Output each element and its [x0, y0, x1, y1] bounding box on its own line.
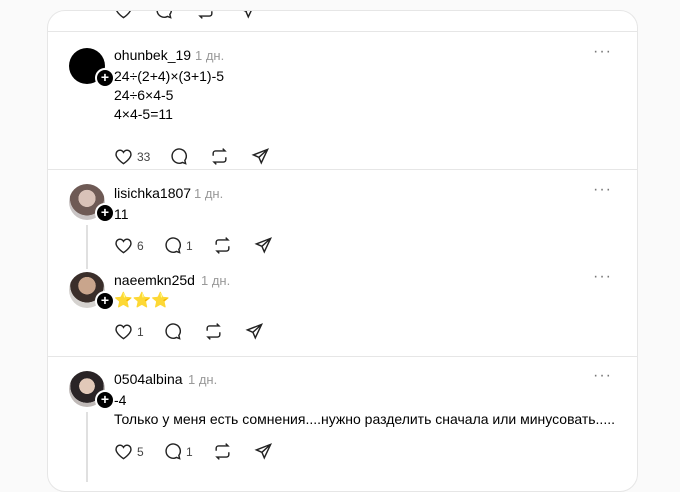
plus-icon[interactable]: + [95, 390, 115, 410]
username[interactable]: naeemkn25d [114, 272, 195, 288]
send-icon [251, 148, 270, 165]
post-text: 24÷(2+4)×(3+1)-5 24÷6×4-5 4×4-5=11 [114, 68, 225, 122]
repost-button[interactable] [204, 322, 223, 341]
like-count: 1 [137, 324, 144, 339]
more-dots-icon[interactable]: ··· [593, 43, 612, 61]
send-icon [254, 237, 273, 254]
divider [48, 169, 637, 170]
share-button[interactable] [254, 442, 273, 461]
username[interactable]: ohunbek_19 [114, 47, 191, 63]
share-button[interactable] [254, 236, 273, 255]
like-button[interactable]: 5 [114, 442, 144, 461]
timestamp[interactable]: 1 дн. [201, 273, 230, 288]
thread-card: + ohunbek_19 1 дн. ··· 24÷(2+4)×(3+1)-5 … [47, 10, 638, 492]
plus-icon[interactable]: + [95, 291, 115, 311]
thread-line [86, 412, 88, 482]
more-dots-icon[interactable]: ··· [593, 367, 612, 385]
comment-icon[interactable] [154, 10, 173, 20]
like-button[interactable]: 6 [114, 236, 144, 255]
like-count: 5 [137, 444, 144, 459]
heart-icon [115, 324, 132, 340]
repost-button[interactable] [213, 442, 232, 461]
thread-line [86, 225, 88, 269]
like-count: 6 [137, 238, 144, 253]
timestamp[interactable]: 1 дн. [194, 186, 223, 201]
heart-icon[interactable] [114, 10, 133, 20]
share-button[interactable] [245, 322, 264, 341]
reply-count: 1 [186, 238, 193, 253]
send-icon [245, 323, 264, 340]
plus-icon[interactable]: + [95, 68, 115, 88]
repost-icon [215, 443, 230, 460]
reply-button[interactable]: 1 [163, 442, 193, 461]
plus-icon[interactable]: + [95, 203, 115, 223]
like-button[interactable]: 1 [114, 322, 144, 341]
timestamp[interactable]: 1 дн. [188, 372, 217, 387]
heart-icon [115, 444, 132, 460]
like-button[interactable]: 33 [114, 147, 150, 166]
post-text: -4 Только у меня есть сомнения....нужно … [114, 392, 615, 427]
timestamp[interactable]: 1 дн. [195, 48, 224, 63]
share-button[interactable] [251, 147, 270, 166]
repost-button[interactable] [213, 236, 232, 255]
reply-count: 1 [186, 444, 193, 459]
divider [48, 31, 637, 32]
comment-icon [171, 148, 188, 165]
send-icon [254, 443, 273, 460]
repost-icon [215, 237, 230, 254]
repost-button[interactable] [210, 147, 229, 166]
heart-icon [115, 149, 132, 165]
more-dots-icon[interactable]: ··· [593, 181, 612, 199]
like-count: 33 [137, 149, 151, 164]
username[interactable]: lisichka1807 [114, 185, 191, 201]
reply-button[interactable] [169, 147, 188, 166]
send-icon[interactable] [238, 10, 257, 20]
repost-icon [206, 323, 221, 340]
comment-icon [165, 237, 182, 254]
repost-icon [212, 148, 227, 165]
username[interactable]: 0504albina [114, 371, 183, 387]
comment-icon [165, 443, 182, 460]
heart-icon [115, 238, 132, 254]
reply-button[interactable]: 1 [163, 236, 193, 255]
reply-button[interactable] [163, 322, 182, 341]
repost-icon[interactable] [196, 10, 215, 20]
post-text: 11 [114, 206, 129, 222]
comment-icon [165, 323, 182, 340]
divider [48, 356, 637, 357]
post-text: ⭐⭐⭐ [114, 292, 171, 309]
more-dots-icon[interactable]: ··· [593, 268, 612, 286]
